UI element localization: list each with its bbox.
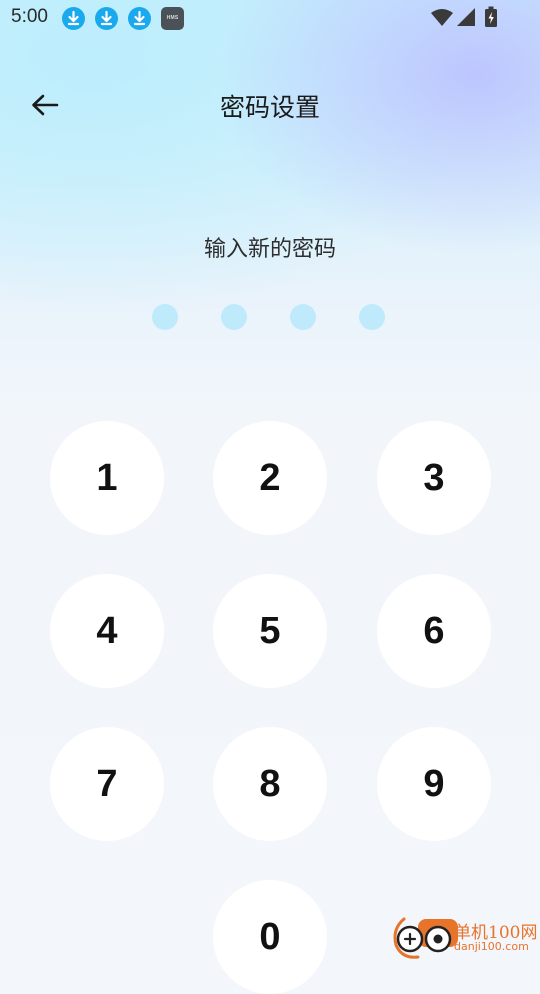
watermark: 单机100网 danji100.com [388, 915, 540, 960]
key-3[interactable]: 3 [377, 421, 491, 535]
number-keypad: 1 2 3 4 5 6 7 8 9 0 [0, 0, 540, 994]
key-1[interactable]: 1 [50, 421, 164, 535]
key-8[interactable]: 8 [213, 727, 327, 841]
watermark-logo [393, 917, 458, 959]
key-9[interactable]: 9 [377, 727, 491, 841]
key-4[interactable]: 4 [50, 574, 164, 688]
key-0[interactable]: 0 [213, 880, 327, 994]
key-5[interactable]: 5 [213, 574, 327, 688]
watermark-url: danji100.com [454, 940, 529, 953]
key-2[interactable]: 2 [213, 421, 327, 535]
key-6[interactable]: 6 [377, 574, 491, 688]
key-7[interactable]: 7 [50, 727, 164, 841]
